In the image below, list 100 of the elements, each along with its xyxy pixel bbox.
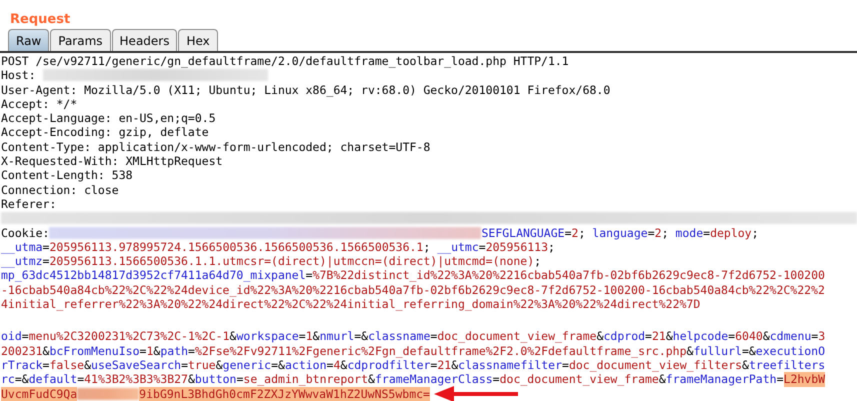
param-value: doc_document_view_filters bbox=[568, 358, 742, 372]
param-name: cdmenu bbox=[770, 329, 812, 344]
request-text: = bbox=[42, 254, 50, 268]
param-value: 9ibG9nL3BhdGh0cmF2ZXJzYWwvaW1hZ2UwNS5wbmc= bbox=[139, 386, 430, 401]
param-value: 21 bbox=[437, 358, 452, 372]
param-name: nmurl bbox=[320, 329, 354, 344]
request-text: X-Requested-With: XMLHttpRequest bbox=[1, 154, 223, 168]
param-name: classname bbox=[368, 329, 430, 344]
param-value: -16cbab540a84cb%22%2C%22%24device_id%22%3A%20%2216cbab540a7fb-02bf6b2629c9ec8-7f2d6752-100200-16cbab540a84cb%22%2C%22%2 bbox=[1, 282, 825, 298]
request-text: & bbox=[84, 358, 92, 372]
request-text: & bbox=[742, 358, 749, 372]
request-text: = bbox=[430, 329, 438, 344]
param-name: classnamefilter bbox=[458, 358, 562, 372]
request-text: & bbox=[596, 329, 604, 344]
request-text: =& bbox=[271, 358, 285, 372]
param-value: 205956113 bbox=[486, 240, 548, 254]
request-text: ; bbox=[534, 254, 542, 268]
param-name: action bbox=[284, 358, 327, 372]
param-value: 2 bbox=[572, 226, 578, 240]
request-text: & bbox=[230, 329, 236, 344]
param-value: 205956113.978995724.1566500536.1566500536.1566500536.1 bbox=[49, 240, 424, 254]
param-value: 2 bbox=[654, 226, 662, 240]
param-name: bcFromMenuIso bbox=[49, 344, 140, 358]
request-text: = bbox=[42, 358, 50, 372]
param-name: rTrack bbox=[1, 358, 43, 372]
request-text: =& bbox=[742, 344, 756, 358]
param-name: cdprodfilter bbox=[347, 358, 430, 372]
param-name: __utmz bbox=[1, 254, 43, 268]
param-name: __utmc bbox=[437, 240, 479, 254]
param-name: button bbox=[194, 372, 236, 387]
request-text: = bbox=[648, 226, 655, 240]
request-text: Connection: close bbox=[1, 182, 119, 197]
param-value: true bbox=[188, 358, 216, 372]
request-text: = bbox=[562, 358, 569, 372]
request-text: ; bbox=[548, 240, 555, 254]
param-value: 4 bbox=[333, 358, 340, 372]
request-text: & bbox=[340, 358, 348, 372]
request-text: = bbox=[298, 329, 306, 344]
request-text: ; bbox=[578, 226, 586, 240]
panel-title: Request bbox=[10, 12, 70, 27]
request-text: & bbox=[188, 372, 195, 387]
request-text: =& bbox=[14, 372, 29, 387]
param-name: mode bbox=[675, 226, 704, 240]
request-text: ; bbox=[423, 240, 432, 254]
param-value: doc_document_view_frame bbox=[437, 329, 597, 344]
param-name: generic bbox=[222, 358, 272, 372]
param-value: se_admin_btnreport bbox=[243, 372, 368, 387]
request-text: = bbox=[703, 226, 710, 240]
param-value: %7B%22distinct_id%22%3A%20%2216cbab540a7fb-02bf6b2629c9ec8-7f2d6752-100200 bbox=[312, 268, 825, 283]
param-name: __utma bbox=[1, 240, 43, 254]
tab[interactable]: Hex bbox=[178, 29, 218, 51]
param-value: 1 bbox=[306, 329, 313, 344]
param-name: SEFGLANGUAGE bbox=[481, 226, 565, 240]
param-value: doc_document_view_frame bbox=[500, 372, 659, 387]
param-name: workspace bbox=[236, 329, 299, 344]
param-name: mp_63dc4512bb14817d3952cf7411a64d70_mixpanel bbox=[1, 268, 306, 283]
request-text: ; bbox=[662, 226, 670, 240]
request-text: & bbox=[762, 329, 770, 344]
request-text: Accept-Language: en-US,en;q=0.5 bbox=[1, 111, 216, 126]
request-text: & bbox=[368, 372, 375, 387]
param-value: 21 bbox=[652, 329, 666, 344]
request-text: & bbox=[686, 344, 694, 358]
request-text: = bbox=[430, 358, 438, 372]
request-text: & bbox=[451, 358, 458, 372]
param-name: frameManagerClass bbox=[374, 372, 493, 387]
param-value: 4initial_referrer%22%3A%20%22%24direct%22%2C%22%24initial_referring_domain%22%3A%20%22%24direct%22%7D bbox=[1, 297, 700, 312]
param-name: path bbox=[160, 344, 188, 358]
request-text: = bbox=[728, 329, 736, 344]
param-name: useSaveSearch bbox=[91, 358, 182, 372]
tab[interactable]: Headers bbox=[112, 29, 178, 51]
request-text: = bbox=[326, 358, 334, 372]
param-name: treefilters bbox=[748, 358, 826, 372]
request-text: = bbox=[811, 329, 818, 344]
request-text: ; bbox=[752, 226, 759, 240]
param-value: 205956113.1566500536.1.1.utmcsr=(direct)|utmccn=(direct)|utmcmd=(none) bbox=[49, 254, 534, 268]
param-value: deploy bbox=[710, 226, 752, 240]
request-text: & bbox=[153, 344, 160, 358]
param-name: rc bbox=[1, 372, 15, 387]
request-text: = bbox=[77, 372, 84, 387]
request-text: & bbox=[658, 372, 666, 387]
param-value: UvcmFudC9Qa bbox=[1, 386, 78, 401]
param-name: frameManagerPath bbox=[666, 372, 777, 387]
request-text: Accept-Encoding: gzip, deflate bbox=[1, 125, 209, 140]
param-name: helpcode bbox=[672, 329, 728, 344]
param-name: language bbox=[592, 226, 648, 240]
request-text: = bbox=[42, 240, 50, 254]
param-value: %2Fse%2Fv92711%2Fgeneric%2Fgn_defaultframe%2F2.0%2Fdefaultframe_src.php bbox=[194, 344, 687, 358]
request-text: Referer: bbox=[1, 196, 56, 212]
request-text: = bbox=[776, 372, 784, 387]
tab[interactable]: Params bbox=[50, 29, 111, 51]
request-text: & bbox=[216, 358, 223, 372]
request-text: & bbox=[42, 344, 50, 358]
param-value: false bbox=[49, 358, 84, 372]
param-name: executionO bbox=[756, 344, 826, 358]
param-value: 1 bbox=[146, 344, 154, 358]
request-text: = bbox=[564, 226, 572, 240]
request-text: = bbox=[306, 268, 313, 283]
request-text: Cookie: bbox=[1, 226, 50, 240]
tab[interactable]: Raw bbox=[8, 29, 50, 51]
param-name: fullurl bbox=[693, 344, 742, 358]
